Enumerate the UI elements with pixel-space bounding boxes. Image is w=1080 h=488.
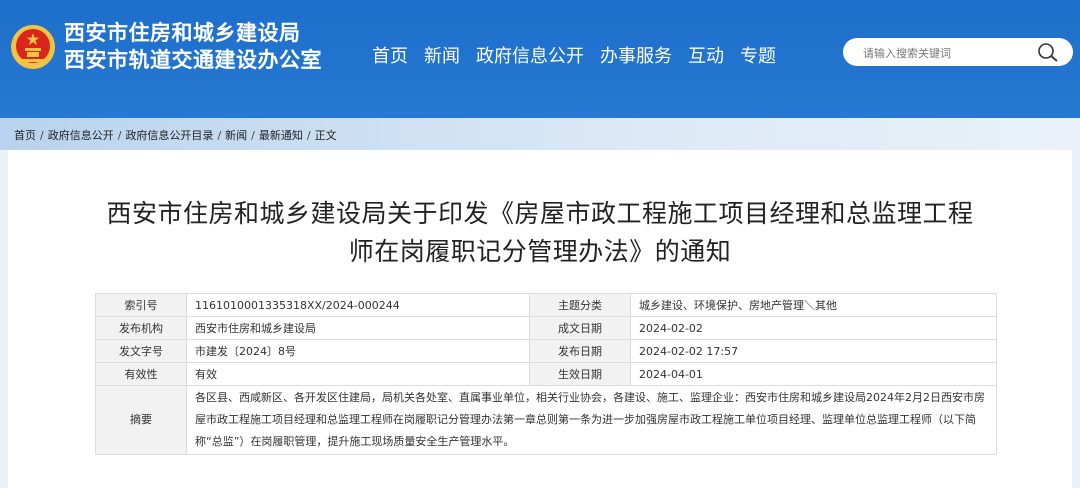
published-date-value: 2024-02-02 17:57 [630, 339, 997, 363]
site-header: 西安市住房和城乡建设局 西安市轨道交通建设办公室 首页 新闻 政府信息公开 办事… [0, 0, 1080, 118]
created-date-value: 2024-02-02 [630, 316, 997, 340]
nav-interaction[interactable]: 互动 [688, 42, 724, 68]
breadcrumb-separator: / [306, 129, 311, 142]
doc-number-label: 发文字号 [95, 339, 187, 363]
doc-number-value: 市建发〔2024〕8号 [186, 339, 530, 363]
table-row: 索引号 1161010001335318XX/2024-000244 主题分类 … [95, 293, 997, 317]
abstract-label: 摘要 [95, 385, 187, 455]
nav-topics[interactable]: 专题 [740, 42, 776, 68]
article-title-line1: 西安市住房和城乡建设局关于印发《房屋市政工程施工项目经理和总监理工程 [106, 199, 974, 228]
breadcrumb-home[interactable]: 首页 [14, 129, 36, 142]
article-title: 西安市住房和城乡建设局关于印发《房屋市政工程施工项目经理和总监理工程 师在岗履职… [8, 195, 1072, 271]
topic-value: 城乡建设、环境保护、房地产管理＼其他 [630, 293, 997, 317]
nav-services[interactable]: 办事服务 [600, 42, 672, 68]
table-row: 发布机构 西安市住房和城乡建设局 成文日期 2024-02-02 [95, 316, 997, 340]
breadcrumb-separator: / [251, 129, 255, 142]
breadcrumb-current: 正文 [314, 129, 337, 142]
search-input[interactable] [861, 42, 1035, 64]
main-nav: 首页 新闻 政府信息公开 办事服务 互动 专题 [372, 42, 792, 68]
nav-news[interactable]: 新闻 [424, 42, 460, 68]
site-title[interactable]: 西安市住房和城乡建设局 西安市轨道交通建设办公室 [64, 20, 322, 74]
search-icon[interactable] [1036, 41, 1060, 63]
breadcrumb-latest-notice[interactable]: 最新通知 [259, 129, 303, 142]
site-title-line1: 西安市住房和城乡建设局 [64, 21, 301, 45]
search-box [843, 38, 1073, 66]
national-emblem-icon [11, 25, 55, 69]
index-value: 1161010001335318XX/2024-000244 [186, 293, 530, 317]
topic-label: 主题分类 [529, 293, 631, 317]
table-row: 有效性 有效 生效日期 2024-04-01 [95, 362, 997, 386]
breadcrumb-separator: / [217, 129, 222, 142]
issuer-label: 发布机构 [95, 316, 187, 340]
index-label: 索引号 [95, 293, 187, 317]
nav-home[interactable]: 首页 [372, 42, 408, 68]
article-title-line2: 师在岗履职记分管理办法》的通知 [348, 237, 732, 266]
table-row: 发文字号 市建发〔2024〕8号 发布日期 2024-02-02 17:57 [95, 339, 997, 363]
breadcrumb-gov-info[interactable]: 政府信息公开 [48, 129, 114, 142]
issuer-value: 西安市住房和城乡建设局 [186, 316, 530, 340]
effective-date-label: 生效日期 [529, 362, 631, 386]
created-date-label: 成文日期 [529, 316, 631, 340]
metadata-table: 索引号 1161010001335318XX/2024-000244 主题分类 … [95, 293, 997, 455]
breadcrumb: 首页 / 政府信息公开 / 政府信息公开目录 / 新闻 / 最新通知 / 正文 [14, 127, 337, 143]
published-date-label: 发布日期 [529, 339, 631, 363]
validity-label: 有效性 [95, 362, 187, 386]
article-panel: 西安市住房和城乡建设局关于印发《房屋市政工程施工项目经理和总监理工程 师在岗履职… [8, 150, 1072, 488]
nav-gov-info[interactable]: 政府信息公开 [476, 42, 584, 68]
breadcrumb-separator: / [117, 129, 122, 142]
site-title-line2: 西安市轨道交通建设办公室 [64, 48, 322, 72]
effective-date-value: 2024-04-01 [630, 362, 997, 386]
table-row: 摘要 各区县、西咸新区、各开发区住建局，局机关各处室、直属事业单位，相关行业协会… [95, 385, 997, 455]
breadcrumb-gov-info-catalog[interactable]: 政府信息公开目录 [125, 129, 213, 142]
breadcrumb-news[interactable]: 新闻 [225, 129, 247, 142]
breadcrumb-bar: 首页 / 政府信息公开 / 政府信息公开目录 / 新闻 / 最新通知 / 正文 [0, 118, 1080, 150]
abstract-value: 各区县、西咸新区、各开发区住建局，局机关各处室、直属事业单位，相关行业协会，各建… [186, 385, 997, 455]
breadcrumb-separator: / [40, 129, 44, 142]
validity-value: 有效 [186, 362, 530, 386]
